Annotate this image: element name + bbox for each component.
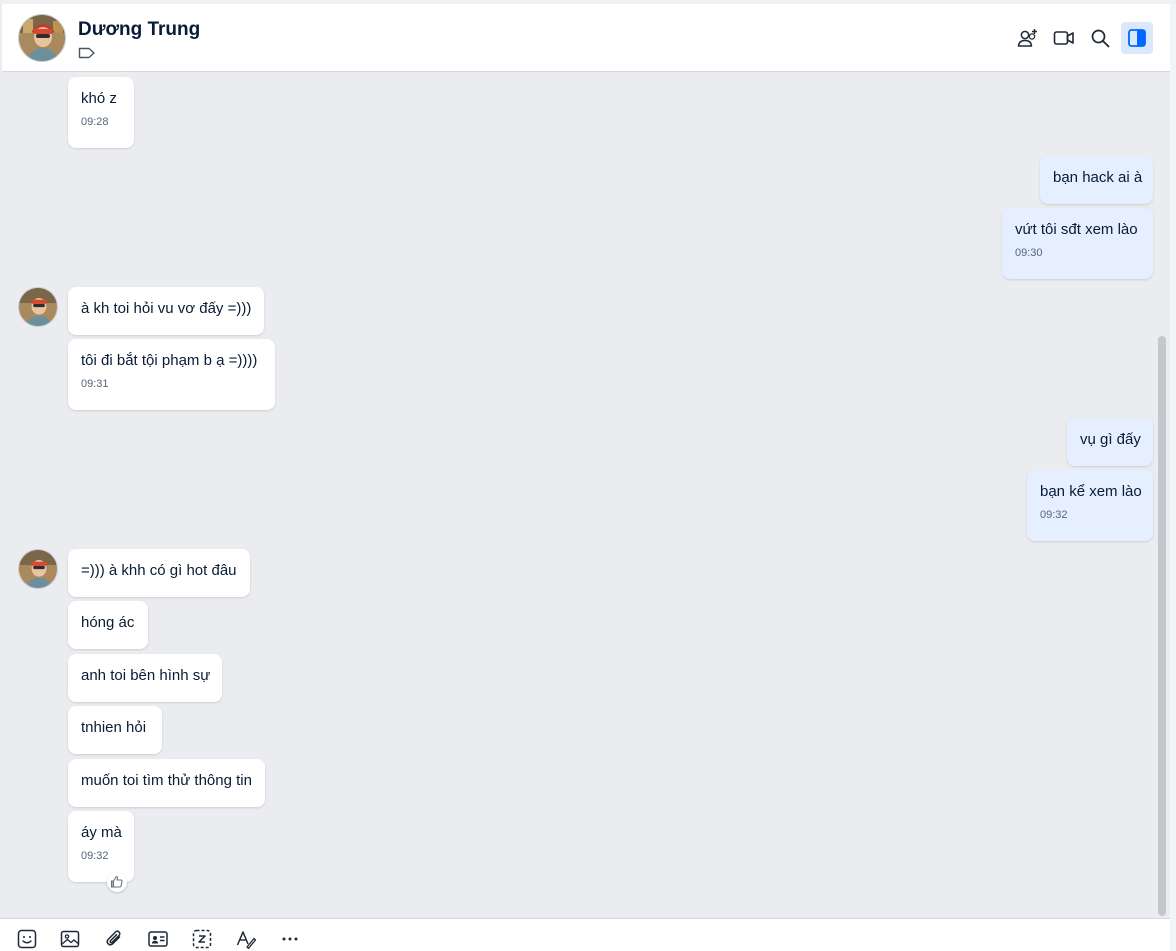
toggle-panel-icon <box>1128 29 1146 47</box>
contact-avatar[interactable] <box>18 14 66 62</box>
message-bubble[interactable]: hóng ác <box>68 601 148 649</box>
composer-toolbar <box>0 918 1170 951</box>
message-text: áy mà <box>81 824 122 841</box>
message-text: khó z <box>81 90 117 107</box>
contact-card-icon[interactable] <box>147 928 169 950</box>
message-text: à kh toi hỏi vu vơ đấy =))) <box>81 300 252 317</box>
attach-icon[interactable] <box>103 928 125 950</box>
message-text: bạn hack ai à <box>1053 169 1143 186</box>
message-text: =))) à khh có gì hot đâu <box>81 562 237 579</box>
more-icon[interactable] <box>279 928 301 950</box>
message-bubble[interactable]: bạn hack ai à <box>1040 156 1153 204</box>
sender-avatar[interactable] <box>18 287 58 327</box>
message-time: 09:32 <box>81 850 109 862</box>
message-text: tôi đi bắt tội phạm b ạ =)))) <box>81 352 258 369</box>
message-time: 09:30 <box>1015 247 1043 259</box>
message-bubble[interactable]: anh toi bên hình sự <box>68 654 222 702</box>
contact-name[interactable]: Dương Trung <box>78 19 200 41</box>
message-bubble[interactable]: vụ gì đấy <box>1067 418 1153 466</box>
thumbs-up-icon <box>110 876 123 888</box>
reaction-like-button[interactable] <box>107 872 127 892</box>
message-time: 09:31 <box>81 378 109 390</box>
sticker-icon[interactable] <box>16 928 38 950</box>
search-icon[interactable] <box>1088 26 1112 50</box>
chat-header: Dương Trung <box>2 4 1170 72</box>
message-bubble[interactable]: à kh toi hỏi vu vơ đấy =))) <box>68 287 264 335</box>
message-bubble[interactable]: tôi đi bắt tội phạm b ạ =)))) 09:31 <box>68 339 275 410</box>
message-bubble[interactable]: vứt tôi sđt xem lào 09:30 <box>1002 208 1153 279</box>
format-text-icon[interactable] <box>235 928 257 950</box>
message-text: vứt tôi sđt xem lào <box>1015 221 1138 238</box>
message-text: tnhien hỏi <box>81 719 147 736</box>
scrollbar-thumb[interactable] <box>1158 336 1166 916</box>
message-bubble[interactable]: khó z 09:28 <box>68 77 134 148</box>
message-bubble[interactable]: tnhien hỏi <box>68 706 162 754</box>
image-icon[interactable] <box>59 928 81 950</box>
screenshot-icon[interactable] <box>191 928 213 950</box>
message-bubble[interactable]: bạn kể xem lào 09:32 <box>1027 470 1153 541</box>
message-bubble[interactable]: muốn toi tìm thử thông tin <box>68 759 265 807</box>
right-edge <box>1170 4 1176 951</box>
toggle-panel-button[interactable] <box>1121 22 1153 54</box>
message-text: vụ gì đấy <box>1080 431 1141 448</box>
tag-icon[interactable] <box>78 46 96 60</box>
add-member-icon[interactable] <box>1016 26 1040 50</box>
message-text: muốn toi tìm thử thông tin <box>81 772 252 789</box>
message-text: bạn kể xem lào <box>1040 483 1142 500</box>
message-list[interactable]: khó z 09:28 bạn hack ai à vứt tôi sđt xe… <box>0 72 1158 918</box>
sender-avatar[interactable] <box>18 549 58 589</box>
message-bubble[interactable]: =))) à khh có gì hot đâu <box>68 549 250 597</box>
message-text: anh toi bên hình sự <box>81 667 211 684</box>
message-text: hóng ác <box>81 614 135 631</box>
message-time: 09:28 <box>81 116 109 128</box>
message-time: 09:32 <box>1040 509 1068 521</box>
video-call-icon[interactable] <box>1052 26 1076 50</box>
